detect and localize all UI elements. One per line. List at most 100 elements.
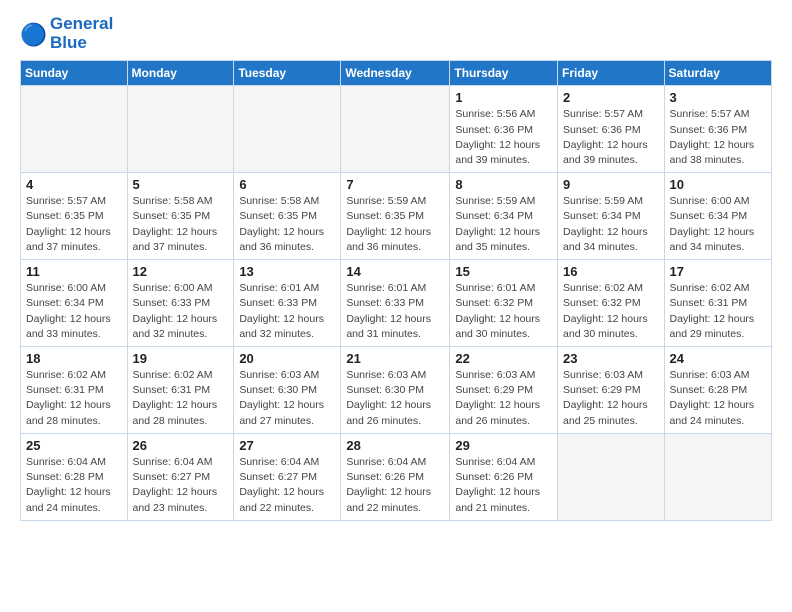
day-info: Sunrise: 6:00 AMSunset: 6:33 PMDaylight:… xyxy=(133,281,229,342)
day-info: Sunrise: 5:59 AMSunset: 6:34 PMDaylight:… xyxy=(455,194,552,255)
calendar-cell: 1Sunrise: 5:56 AMSunset: 6:36 PMDaylight… xyxy=(450,86,558,173)
calendar-cell: 26 Sunrise: 6:04 AMSunset: 6:27 PMDayligh… xyxy=(127,433,234,520)
calendar-week-row: 18 Sunrise: 6:02 AMSunset: 6:31 PMDayligh… xyxy=(21,347,772,434)
day-number: 3 xyxy=(670,90,766,105)
day-number: 23 xyxy=(563,351,659,366)
calendar-cell xyxy=(341,86,450,173)
calendar-cell: 11 Sunrise: 6:00 AMSunset: 6:34 PMDayligh… xyxy=(21,260,128,347)
calendar-week-row: 25Sunrise: 6:04 AMSunset: 6:28 PMDayligh… xyxy=(21,433,772,520)
day-info: Sunrise: 5:59 AMSunset: 6:34 PMDaylight:… xyxy=(563,194,659,255)
day-info: Sunrise: 6:02 AMSunset: 6:31 PMDaylight:… xyxy=(670,281,766,342)
logo-text: General Blue xyxy=(50,15,113,52)
day-info: Sunrise: 6:02 AMSunset: 6:31 PMDaylight:… xyxy=(26,368,122,429)
calendar-cell: 28Sunrise: 6:04 AMSunset: 6:26 PMDayligh… xyxy=(341,433,450,520)
calendar-cell: 21 Sunrise: 6:03 AMSunset: 6:30 PMDayligh… xyxy=(341,347,450,434)
day-number: 29 xyxy=(455,438,552,453)
day-info: Sunrise: 5:57 AMSunset: 6:36 PMDaylight:… xyxy=(670,107,766,168)
calendar-cell xyxy=(21,86,128,173)
calendar-cell: 7 Sunrise: 5:59 AMSunset: 6:35 PMDaylight… xyxy=(341,173,450,260)
calendar-cell: 13 Sunrise: 6:01 AMSunset: 6:33 PMDayligh… xyxy=(234,260,341,347)
day-number: 27 xyxy=(239,438,335,453)
header-day-friday: Friday xyxy=(558,61,665,86)
calendar-cell: 19 Sunrise: 6:02 AMSunset: 6:31 PMDayligh… xyxy=(127,347,234,434)
calendar-cell: 4 Sunrise: 5:57 AMSunset: 6:35 PMDaylight… xyxy=(21,173,128,260)
calendar-page: 🔵 General Blue SundayMondayTuesdayWednes… xyxy=(0,0,792,612)
header-day-sunday: Sunday xyxy=(21,61,128,86)
day-info: Sunrise: 6:01 AMSunset: 6:32 PMDaylight:… xyxy=(455,281,552,342)
day-number: 5 xyxy=(133,177,229,192)
header-day-wednesday: Wednesday xyxy=(341,61,450,86)
calendar-table: SundayMondayTuesdayWednesdayThursdayFrid… xyxy=(20,60,772,520)
calendar-cell xyxy=(127,86,234,173)
calendar-cell: 3 Sunrise: 5:57 AMSunset: 6:36 PMDaylight… xyxy=(664,86,771,173)
calendar-week-row: 1Sunrise: 5:56 AMSunset: 6:36 PMDaylight… xyxy=(21,86,772,173)
day-number: 24 xyxy=(670,351,766,366)
calendar-cell: 10 Sunrise: 6:00 AMSunset: 6:34 PMDayligh… xyxy=(664,173,771,260)
day-number: 13 xyxy=(239,264,335,279)
header: 🔵 General Blue xyxy=(20,15,772,52)
day-info: Sunrise: 5:58 AMSunset: 6:35 PMDaylight:… xyxy=(133,194,229,255)
header-day-monday: Monday xyxy=(127,61,234,86)
calendar-cell: 22 Sunrise: 6:03 AMSunset: 6:29 PMDayligh… xyxy=(450,347,558,434)
header-day-thursday: Thursday xyxy=(450,61,558,86)
day-info: Sunrise: 6:04 AMSunset: 6:27 PMDaylight:… xyxy=(239,455,335,516)
calendar-cell: 18 Sunrise: 6:02 AMSunset: 6:31 PMDayligh… xyxy=(21,347,128,434)
calendar-cell xyxy=(664,433,771,520)
day-info: Sunrise: 6:02 AMSunset: 6:31 PMDaylight:… xyxy=(133,368,229,429)
calendar-cell: 15 Sunrise: 6:01 AMSunset: 6:32 PMDayligh… xyxy=(450,260,558,347)
day-info: Sunrise: 5:57 AMSunset: 6:35 PMDaylight:… xyxy=(26,194,122,255)
day-info: Sunrise: 6:00 AMSunset: 6:34 PMDaylight:… xyxy=(670,194,766,255)
day-number: 19 xyxy=(133,351,229,366)
calendar-week-row: 11 Sunrise: 6:00 AMSunset: 6:34 PMDayligh… xyxy=(21,260,772,347)
day-info: Sunrise: 6:02 AMSunset: 6:32 PMDaylight:… xyxy=(563,281,659,342)
day-number: 25 xyxy=(26,438,122,453)
calendar-header-row: SundayMondayTuesdayWednesdayThursdayFrid… xyxy=(21,61,772,86)
day-info: Sunrise: 5:59 AMSunset: 6:35 PMDaylight:… xyxy=(346,194,444,255)
day-number: 9 xyxy=(563,177,659,192)
day-info: Sunrise: 5:57 AMSunset: 6:36 PMDaylight:… xyxy=(563,107,659,168)
calendar-cell: 12Sunrise: 6:00 AMSunset: 6:33 PMDayligh… xyxy=(127,260,234,347)
day-number: 28 xyxy=(346,438,444,453)
day-number: 4 xyxy=(26,177,122,192)
calendar-cell: 5 Sunrise: 5:58 AMSunset: 6:35 PMDaylight… xyxy=(127,173,234,260)
day-number: 21 xyxy=(346,351,444,366)
day-info: Sunrise: 6:03 AMSunset: 6:30 PMDaylight:… xyxy=(239,368,335,429)
day-number: 10 xyxy=(670,177,766,192)
day-number: 22 xyxy=(455,351,552,366)
logo: 🔵 General Blue xyxy=(20,15,113,52)
day-number: 18 xyxy=(26,351,122,366)
day-info: Sunrise: 5:58 AMSunset: 6:35 PMDaylight:… xyxy=(239,194,335,255)
calendar-cell: 8 Sunrise: 5:59 AMSunset: 6:34 PMDaylight… xyxy=(450,173,558,260)
day-info: Sunrise: 6:04 AMSunset: 6:26 PMDaylight:… xyxy=(455,455,552,516)
calendar-cell: 14Sunrise: 6:01 AMSunset: 6:33 PMDayligh… xyxy=(341,260,450,347)
day-number: 7 xyxy=(346,177,444,192)
calendar-cell: 29 Sunrise: 6:04 AMSunset: 6:26 PMDayligh… xyxy=(450,433,558,520)
day-info: Sunrise: 6:01 AMSunset: 6:33 PMDaylight:… xyxy=(239,281,335,342)
day-number: 2 xyxy=(563,90,659,105)
calendar-cell: 25Sunrise: 6:04 AMSunset: 6:28 PMDayligh… xyxy=(21,433,128,520)
calendar-cell: 20 Sunrise: 6:03 AMSunset: 6:30 PMDayligh… xyxy=(234,347,341,434)
calendar-cell: 24 Sunrise: 6:03 AMSunset: 6:28 PMDayligh… xyxy=(664,347,771,434)
header-day-tuesday: Tuesday xyxy=(234,61,341,86)
calendar-cell xyxy=(234,86,341,173)
day-info: Sunrise: 6:04 AMSunset: 6:27 PMDaylight:… xyxy=(133,455,229,516)
calendar-week-row: 4 Sunrise: 5:57 AMSunset: 6:35 PMDaylight… xyxy=(21,173,772,260)
day-number: 20 xyxy=(239,351,335,366)
day-number: 14 xyxy=(346,264,444,279)
day-number: 11 xyxy=(26,264,122,279)
day-number: 6 xyxy=(239,177,335,192)
calendar-cell: 6 Sunrise: 5:58 AMSunset: 6:35 PMDaylight… xyxy=(234,173,341,260)
day-number: 16 xyxy=(563,264,659,279)
svg-text:🔵: 🔵 xyxy=(20,21,47,46)
day-info: Sunrise: 6:03 AMSunset: 6:28 PMDaylight:… xyxy=(670,368,766,429)
day-info: Sunrise: 6:03 AMSunset: 6:29 PMDaylight:… xyxy=(455,368,552,429)
day-info: Sunrise: 6:00 AMSunset: 6:34 PMDaylight:… xyxy=(26,281,122,342)
day-number: 15 xyxy=(455,264,552,279)
calendar-cell: 27 Sunrise: 6:04 AMSunset: 6:27 PMDayligh… xyxy=(234,433,341,520)
day-number: 1 xyxy=(455,90,552,105)
day-number: 26 xyxy=(133,438,229,453)
calendar-cell: 23Sunrise: 6:03 AMSunset: 6:29 PMDayligh… xyxy=(558,347,665,434)
calendar-cell: 17Sunrise: 6:02 AMSunset: 6:31 PMDayligh… xyxy=(664,260,771,347)
day-info: Sunrise: 6:03 AMSunset: 6:30 PMDaylight:… xyxy=(346,368,444,429)
day-number: 8 xyxy=(455,177,552,192)
